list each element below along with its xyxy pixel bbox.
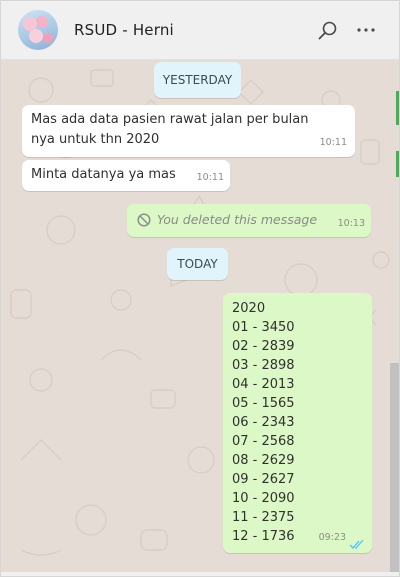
message-time: 10:11	[319, 137, 347, 148]
chat-window: RSUD - Herni YESTERDAY Mas ada data pasi…	[0, 0, 400, 577]
date-divider-today: TODAY	[167, 248, 228, 280]
deleted-message-text: You deleted this message	[157, 212, 318, 227]
message-text: Mas ada data pasien rawat jalan per bula…	[31, 112, 309, 147]
data-line: 08 - 2629	[232, 453, 295, 468]
data-line: 11 - 2375	[232, 510, 295, 525]
message-time: 09:23	[318, 532, 346, 543]
data-line: 03 - 2898	[232, 358, 295, 373]
contact-name[interactable]: RSUD - Herni	[74, 21, 174, 39]
deleted-message: You deleted this message	[137, 210, 361, 230]
message-text: Minta datanya ya mas	[31, 167, 176, 182]
window-edge-accent	[396, 151, 399, 177]
avatar[interactable]	[18, 10, 58, 50]
data-line: 07 - 2568	[232, 434, 295, 449]
prohibited-icon	[137, 213, 151, 227]
message-time: 10:11	[196, 172, 224, 183]
data-line: 01 - 3450	[232, 320, 295, 335]
scrollbar-thumb[interactable]	[390, 363, 399, 572]
message-time: 10:13	[337, 218, 365, 229]
data-year: 2020	[232, 301, 266, 316]
date-divider-label: YESTERDAY	[162, 73, 233, 87]
message-bubble-deleted[interactable]: You deleted this message 10:13	[127, 204, 371, 237]
data-line: 05 - 1565	[232, 396, 295, 411]
message-bubble-incoming[interactable]: Mas ada data pasien rawat jalan per bula…	[22, 105, 355, 157]
data-line: 09 - 2627	[232, 472, 295, 487]
message-bubble-incoming[interactable]: Minta datanya ya mas 10:11	[22, 160, 230, 191]
more-options-icon[interactable]	[353, 19, 381, 41]
message-bubble-outgoing[interactable]: 2020 01 - 3450 02 - 2839 03 - 2898 04 - …	[223, 293, 372, 553]
window-edge-accent	[396, 91, 399, 125]
data-line: 06 - 2343	[232, 415, 295, 430]
data-line: 02 - 2839	[232, 339, 295, 354]
data-line: 04 - 2013	[232, 377, 295, 392]
date-divider-label: TODAY	[177, 257, 218, 271]
double-check-icon	[349, 537, 365, 549]
data-line: 10 - 2090	[232, 491, 295, 506]
search-icon[interactable]	[317, 20, 339, 42]
date-divider-yesterday: YESTERDAY	[154, 62, 241, 98]
chat-header: RSUD - Herni	[1, 1, 399, 60]
bottom-edge	[1, 572, 399, 576]
